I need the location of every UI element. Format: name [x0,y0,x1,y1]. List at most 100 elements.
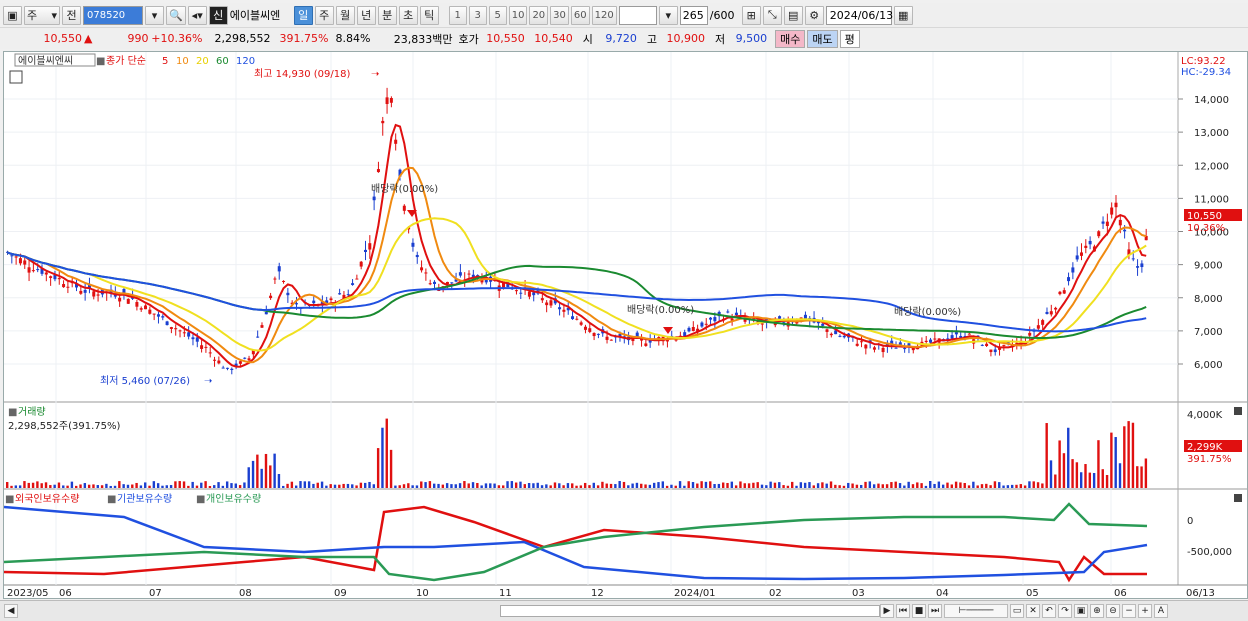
candle-body [1002,344,1006,346]
chart-area[interactable]: 에이블씨엔씨 ■ 종가 단순 5 10 20 60 120 LC:93.22 H… [3,51,1248,599]
candle-body [691,327,695,331]
volume-bar [575,485,578,488]
candle-body [821,323,825,326]
interval-second[interactable]: 초 [398,5,418,25]
interval-tick[interactable]: 틱 [419,5,439,25]
interval-year[interactable]: 년 [356,5,376,25]
count-input[interactable]: 265 [679,5,708,25]
period-select[interactable]: 주 ▾ [24,5,60,25]
cross-icon[interactable]: ✕ [1026,604,1040,618]
candle-body [273,278,277,280]
draw-tool-icon[interactable]: ⤡ [762,5,782,25]
minute-60[interactable]: 60 [570,5,590,25]
stock-code-input[interactable]: 078520 [83,5,143,25]
table-toggle-icon[interactable] [9,70,23,84]
minute-1[interactable]: 1 [448,5,467,25]
font-size-icon[interactable]: A [1154,604,1168,618]
volume-bar [191,481,194,488]
layout-icon[interactable]: ▭ [1010,604,1024,618]
candle-body [256,336,260,338]
volume-bar [484,483,488,488]
zoom-in-icon[interactable]: ⊕ [1090,604,1104,618]
interval-minute[interactable]: 분 [377,5,397,25]
candle-body [558,307,562,310]
scroll-left-icon[interactable]: ◀ [4,604,18,618]
volume-last-tag-text: 2,299K [1187,442,1223,453]
image-icon[interactable]: ▣ [1074,604,1088,618]
candle-body [221,367,225,369]
code-dropdown-icon[interactable]: ▾ [145,5,164,25]
date-input[interactable]: 2024/06/13 [825,5,893,25]
minute-10[interactable]: 10 [508,5,528,25]
interval-month[interactable]: 월 [335,5,355,25]
candle-body [178,330,182,332]
plus-icon[interactable]: + [1138,604,1152,618]
eval-button[interactable]: 평 [839,29,860,48]
volume-bar [105,483,108,488]
interval-day[interactable]: 일 [293,5,313,25]
stop-icon[interactable]: ■ [912,604,926,618]
minute-20[interactable]: 20 [529,5,549,25]
candle-body [420,267,424,271]
minute-3[interactable]: 3 [468,5,487,25]
volume-bar [601,481,604,488]
custom-minute-input[interactable] [618,5,657,25]
sound-icon[interactable]: ◂▾ [187,5,207,25]
volume-bar [1136,466,1139,488]
settings-gear-icon[interactable]: ⚙ [804,5,824,25]
prev-button[interactable]: 전 [62,5,81,25]
redo-icon[interactable]: ↷ [1058,604,1072,618]
ma-120: 120 [236,56,255,67]
candle-body [825,329,829,332]
calendar-icon[interactable]: ▦ [893,5,913,25]
window-icon[interactable]: ▣ [3,5,22,25]
volume-bar [152,481,156,488]
volume-bar [57,482,61,488]
custom-minute-dropdown-icon[interactable]: ▾ [658,5,678,25]
candle-body [363,249,367,253]
volume-bar [96,485,99,488]
compare-icon[interactable]: ⊞ [741,5,761,25]
candle-body [709,317,713,320]
first-page-icon[interactable]: ⏮ [896,604,910,618]
candle-body [182,332,186,334]
candle-body [243,357,247,359]
volume-bar [122,484,125,488]
scroll-right-icon[interactable]: ▶ [880,604,894,618]
zoom-out-icon[interactable]: ⊖ [1106,604,1120,618]
y-tick-label: 13,000 [1194,128,1229,139]
sell-button[interactable]: 매도 [807,29,838,48]
volume-bar [109,485,112,488]
holder-y-tick-0: 0 [1187,516,1193,527]
search-icon[interactable]: 🔍 [166,5,186,25]
volume-bar [808,482,811,488]
undo-icon[interactable]: ↶ [1042,604,1056,618]
volume-bar [415,485,419,488]
candle-body [23,260,27,265]
minute-5[interactable]: 5 [488,5,507,25]
save-icon[interactable]: ▤ [783,5,803,25]
interval-week[interactable]: 주 [314,5,334,25]
x-axis-label: 02 [769,588,782,598]
scroll-thumb[interactable] [500,605,880,617]
minute-30[interactable]: 30 [550,5,569,25]
candle-body [10,255,14,257]
buy-button[interactable]: 매수 [775,29,806,48]
zoom-slider-icon[interactable]: ⊢───── [944,604,1008,618]
volume-bar [497,485,501,488]
candle-body [428,283,432,285]
volume-title: 거래량 [18,406,46,418]
volume-bar [980,484,984,488]
shin-button[interactable]: 신 [208,5,228,25]
candle-body [829,333,833,336]
close-icon[interactable] [1234,407,1242,415]
close-icon[interactable] [1234,494,1242,502]
turnover-rate: 8.84% [335,32,371,45]
last-page-icon[interactable]: ⏭ [928,604,942,618]
minute-120[interactable]: 120 [591,5,617,25]
volume-bar [23,481,26,488]
chart-scrollbar[interactable]: ◀ ▶ ⏮ ■ ⏭ ⊢───── ▭ ✕ ↶ ↷ ▣ ⊕ ⊖ − + A [0,600,1248,621]
minus-icon[interactable]: − [1122,604,1136,618]
candle-body [156,314,160,317]
volume-bar [506,481,509,488]
